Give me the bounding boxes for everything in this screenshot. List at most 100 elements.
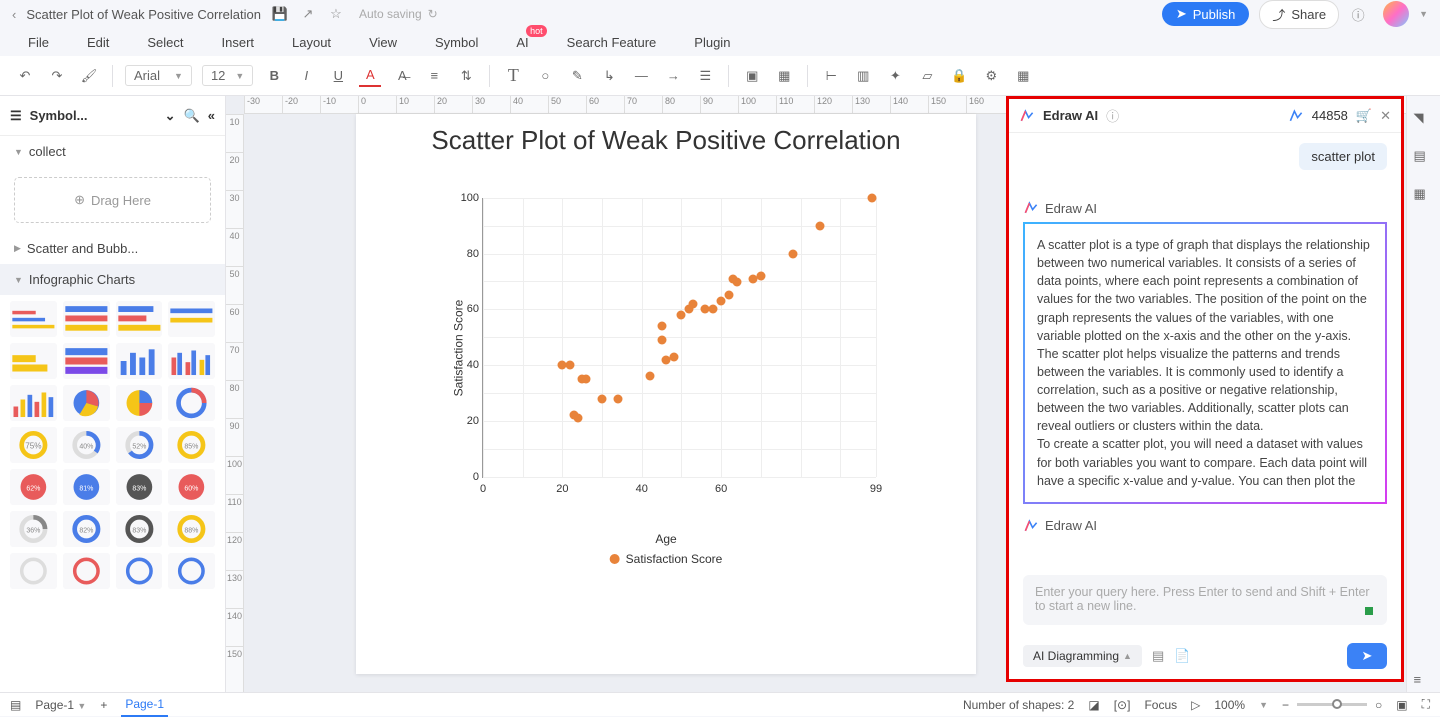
- group-icon[interactable]: ▥: [852, 65, 874, 87]
- zoom-out-button[interactable]: −: [1282, 698, 1289, 712]
- format-painter-icon[interactable]: 🖌: [78, 65, 100, 87]
- menu-file[interactable]: File: [28, 35, 49, 50]
- text-tool-icon[interactable]: T: [502, 65, 524, 87]
- chart-thumb[interactable]: [116, 301, 163, 337]
- ai-help-icon[interactable]: ⓘ: [1106, 106, 1119, 125]
- chart-thumb[interactable]: 36%: [10, 511, 57, 547]
- line-weight-button[interactable]: ☰: [694, 65, 716, 87]
- panel-icon[interactable]: ▤: [1414, 148, 1434, 168]
- save-icon[interactable]: 💾: [271, 6, 289, 22]
- layers-icon[interactable]: ◪: [1088, 698, 1099, 712]
- publish-button[interactable]: ➤Publish: [1162, 2, 1250, 26]
- library-menu-icon[interactable]: ☰: [10, 108, 22, 124]
- chart-thumb[interactable]: [116, 553, 163, 589]
- lock-icon[interactable]: 🔒: [948, 65, 970, 87]
- section-infographic-charts[interactable]: ▼Infographic Charts: [0, 264, 225, 295]
- library-collapse-icon[interactable]: «: [208, 108, 215, 123]
- zoom-value[interactable]: 100%: [1214, 698, 1245, 712]
- chart-thumb[interactable]: [168, 553, 215, 589]
- ai-mode-select[interactable]: AI Diagramming▲: [1023, 645, 1142, 667]
- menu-edit[interactable]: Edit: [87, 35, 109, 50]
- align-objects-icon[interactable]: ⊢: [820, 65, 842, 87]
- ai-tool-icon[interactable]: 📄: [1174, 648, 1190, 664]
- layer-tool-icon[interactable]: ▦: [773, 65, 795, 87]
- menu-layout[interactable]: Layout: [292, 35, 331, 50]
- chart-thumb[interactable]: [10, 553, 57, 589]
- user-avatar[interactable]: [1383, 1, 1409, 27]
- fullscreen-icon[interactable]: ⛶: [1422, 697, 1430, 712]
- line-style-button[interactable]: —: [630, 65, 652, 87]
- chart-thumb[interactable]: 81%: [63, 469, 110, 505]
- fit-page-icon[interactable]: ▣: [1396, 698, 1407, 712]
- menu-plugin[interactable]: Plugin: [694, 35, 730, 50]
- focus-label[interactable]: Focus: [1144, 698, 1177, 712]
- star-icon[interactable]: ☆: [327, 6, 345, 22]
- focus-target-icon[interactable]: [⊙]: [1114, 698, 1131, 712]
- chart-thumb[interactable]: [63, 343, 110, 379]
- chart-thumb[interactable]: 85%: [168, 427, 215, 463]
- export-icon[interactable]: ↗: [299, 6, 317, 22]
- chart-thumb[interactable]: [10, 343, 57, 379]
- undo-button[interactable]: ↶: [14, 65, 36, 87]
- menu-select[interactable]: Select: [147, 35, 183, 50]
- page-dropdown[interactable]: Page-1 ▼: [35, 698, 86, 712]
- erase-icon[interactable]: ▱: [916, 65, 938, 87]
- add-page-button[interactable]: +: [100, 698, 107, 712]
- chart-thumb[interactable]: [10, 301, 57, 337]
- menu-ai[interactable]: AIhot: [516, 35, 528, 50]
- pages-panel-icon[interactable]: ▤: [10, 698, 21, 712]
- chart-thumb[interactable]: [116, 385, 163, 421]
- share-button[interactable]: ⤴Share: [1259, 0, 1339, 29]
- avatar-menu-caret[interactable]: ▼: [1419, 9, 1428, 19]
- align-button[interactable]: ≡: [423, 65, 445, 87]
- chart-thumb[interactable]: 82%: [63, 511, 110, 547]
- chart-thumb[interactable]: 62%: [10, 469, 57, 505]
- chart-thumb[interactable]: [116, 343, 163, 379]
- underline-button[interactable]: U: [327, 65, 349, 87]
- shape-tool-icon[interactable]: ○: [534, 65, 556, 87]
- chart-thumb[interactable]: [10, 385, 57, 421]
- chart-thumb[interactable]: 40%: [63, 427, 110, 463]
- cart-icon[interactable]: 🛒: [1356, 108, 1372, 124]
- theme-icon[interactable]: ◥: [1414, 110, 1434, 130]
- menu-insert[interactable]: Insert: [222, 35, 255, 50]
- pen-tool-icon[interactable]: ✎: [566, 65, 588, 87]
- page-document[interactable]: Scatter Plot of Weak Positive Correlatio…: [356, 114, 976, 674]
- ai-send-button[interactable]: ➤: [1347, 643, 1387, 669]
- chart-thumb[interactable]: 83%: [116, 511, 163, 547]
- tools-icon[interactable]: ⚙: [980, 65, 1002, 87]
- font-size-select[interactable]: 12▼: [202, 65, 253, 86]
- library-search-icon[interactable]: 🔍: [184, 108, 200, 124]
- chart-thumb[interactable]: [63, 553, 110, 589]
- ai-tool-icon[interactable]: ▤: [1152, 648, 1164, 664]
- chart-thumb[interactable]: [63, 301, 110, 337]
- section-scatter-bubble[interactable]: ▶Scatter and Bubb...: [0, 233, 225, 264]
- clear-format-button[interactable]: A̶: [391, 65, 413, 87]
- bold-button[interactable]: B: [263, 65, 285, 87]
- chart-thumb[interactable]: [63, 385, 110, 421]
- menu-search-feature[interactable]: Search Feature: [567, 35, 657, 50]
- ai-input-field[interactable]: Enter your query here. Press Enter to se…: [1023, 575, 1387, 625]
- settings-strip-icon[interactable]: ≡: [1414, 672, 1434, 692]
- zoom-in-button[interactable]: ○: [1375, 698, 1382, 712]
- menu-view[interactable]: View: [369, 35, 397, 50]
- drag-here-dropzone[interactable]: ⊕Drag Here: [14, 177, 211, 223]
- chart-thumb[interactable]: 88%: [168, 511, 215, 547]
- arrow-style-button[interactable]: →: [662, 65, 684, 87]
- page-tab[interactable]: Page-1: [121, 693, 168, 717]
- chart-thumb[interactable]: 52%: [116, 427, 163, 463]
- chart-thumb[interactable]: 75%: [10, 427, 57, 463]
- grid-icon[interactable]: ▦: [1414, 186, 1434, 206]
- chart-thumb[interactable]: [168, 301, 215, 337]
- chart-thumb[interactable]: [168, 343, 215, 379]
- chart-thumb[interactable]: [168, 385, 215, 421]
- menu-symbol[interactable]: Symbol: [435, 35, 478, 50]
- font-family-select[interactable]: Arial▼: [125, 65, 192, 86]
- chart-thumb[interactable]: 83%: [116, 469, 163, 505]
- back-button[interactable]: ‹: [12, 7, 16, 22]
- line-spacing-button[interactable]: ⇅: [455, 65, 477, 87]
- chart-thumb[interactable]: 60%: [168, 469, 215, 505]
- library-expand-icon[interactable]: ⌄: [165, 108, 176, 124]
- play-icon[interactable]: ▷: [1191, 698, 1200, 712]
- zoom-slider[interactable]: − ○: [1282, 698, 1382, 712]
